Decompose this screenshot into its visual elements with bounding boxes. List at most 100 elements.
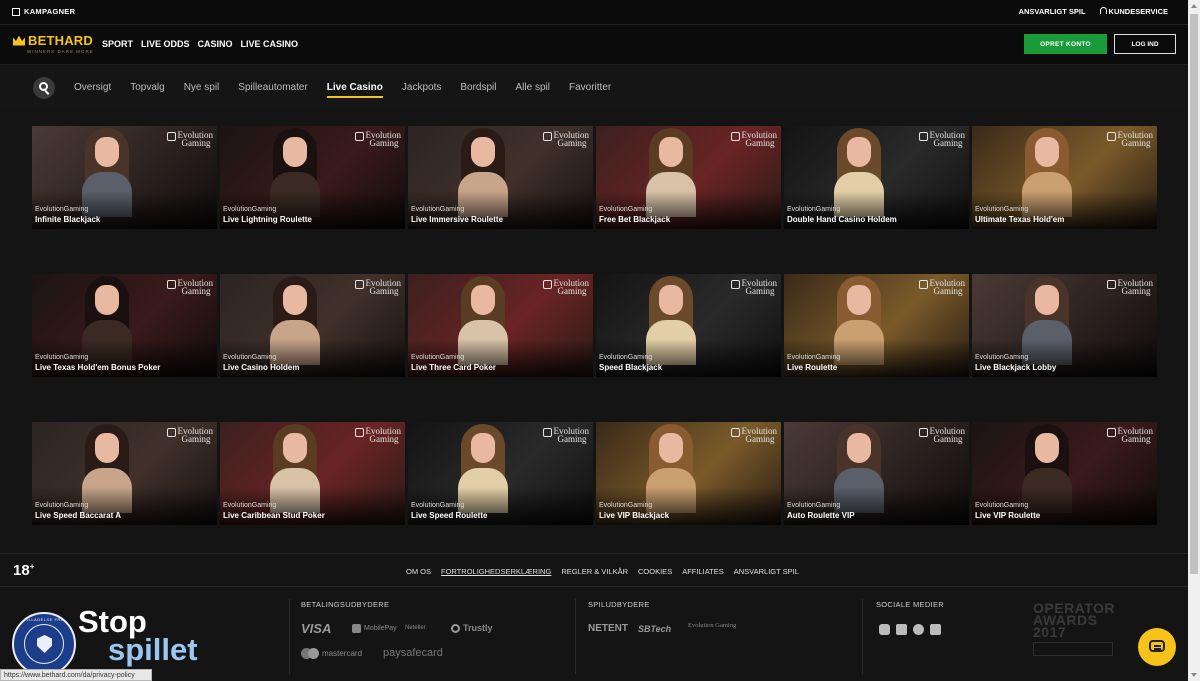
nav-casino[interactable]: CASINO <box>198 39 233 49</box>
sbtech-logo: SBTech <box>638 624 672 634</box>
award-line2: AWARDS 2017 <box>1033 612 1098 640</box>
social-links <box>879 624 941 635</box>
evolution-gaming-logo: Evolution Gaming <box>1106 131 1153 148</box>
responsible-gaming-link[interactable]: ANSVARLIGT SPIL <box>1019 7 1086 16</box>
game-title: Live VIP Roulette <box>975 511 1041 520</box>
evolution-gaming-logo: Evolution Gaming <box>166 279 213 296</box>
category-tab-spilleautomater[interactable]: Spilleautomater <box>238 82 307 98</box>
gift-icon <box>12 7 20 16</box>
footer-divider <box>289 599 290 674</box>
evolution-gaming-logo: Evolution Gaming <box>1106 427 1153 444</box>
footer-link[interactable]: OM OS <box>406 567 431 576</box>
game-tile[interactable]: Evolution Gaming EvolutionGaming Live Black… <box>972 274 1157 377</box>
game-tile[interactable]: Evolution Gaming EvolutionGaming Live Light… <box>220 126 405 229</box>
category-tab-oversigt[interactable]: Oversigt <box>74 82 111 98</box>
game-tile[interactable]: Evolution Gaming EvolutionGaming Live Speed… <box>408 422 593 525</box>
instagram-icon[interactable] <box>879 624 890 635</box>
twitter-icon[interactable] <box>913 624 924 635</box>
game-provider: EvolutionGaming <box>599 354 653 361</box>
visa-logo: VISA <box>301 621 332 636</box>
evolution-gaming-logo: Evolution Gaming <box>354 131 401 148</box>
footer-link[interactable]: COOKIES <box>638 567 672 576</box>
login-button[interactable]: LOG IND <box>1114 34 1176 54</box>
nav-live-casino[interactable]: LIVE CASINO <box>241 39 299 49</box>
game-tile[interactable]: Evolution Gaming EvolutionGaming Auto Roule… <box>784 422 969 525</box>
game-tile[interactable]: Evolution Gaming EvolutionGaming Infinite B… <box>32 126 217 229</box>
crown-shield-icon <box>37 635 52 653</box>
evolution-gaming-logo: Evolution Gaming <box>354 427 401 444</box>
category-tab-live-casino[interactable]: Live Casino <box>326 82 383 98</box>
game-provider: EvolutionGaming <box>35 206 89 213</box>
footer-link[interactable]: REGLER & VILKÅR <box>561 567 628 576</box>
evolution-gaming-logo: Evolution Gaming <box>542 279 589 296</box>
game-tile[interactable]: Evolution Gaming EvolutionGaming Live VIP B… <box>596 422 781 525</box>
bethard-logo[interactable]: BETHARD WINNERS DARE MORE <box>13 33 94 54</box>
game-tile[interactable]: Evolution Gaming EvolutionGaming Double Han… <box>784 126 969 229</box>
category-tab-favoritter[interactable]: Favoritter <box>569 82 611 98</box>
netent-logo: NETENT <box>588 623 628 634</box>
game-tile[interactable]: Evolution Gaming EvolutionGaming Ultimate T… <box>972 126 1157 229</box>
game-title: Live Caribbean Stud Poker <box>223 511 325 520</box>
stop-line2: spillet <box>108 632 198 667</box>
game-tile[interactable]: Evolution Gaming EvolutionGaming Live Speed… <box>32 422 217 525</box>
game-title: Live VIP Blackjack <box>599 511 670 520</box>
game-tile[interactable]: Evolution Gaming EvolutionGaming Live Three… <box>408 274 593 377</box>
game-title: Live Lightning Roulette <box>223 215 312 224</box>
evolution-gaming-logo: Evolution Gaming <box>730 279 777 296</box>
scroll-down-icon[interactable] <box>1191 673 1197 677</box>
main-header: BETHARD WINNERS DARE MORE SPORT LIVE ODD… <box>0 25 1188 65</box>
stop-spillet-logo[interactable]: Stop spillet <box>78 606 198 667</box>
social-heading: SOCIALE MEDIER <box>876 600 944 609</box>
game-tile[interactable]: Evolution Gaming EvolutionGaming Free Bet B… <box>596 126 781 229</box>
game-title: Speed Blackjack <box>599 363 663 372</box>
game-tile[interactable]: Evolution Gaming EvolutionGaming Speed Blac… <box>596 274 781 377</box>
evolution-gaming-logo: Evolution Gaming <box>730 427 777 444</box>
mastercard-logo: mastercard <box>301 648 362 659</box>
game-provider: EvolutionGaming <box>599 206 653 213</box>
nav-sport[interactable]: SPORT <box>102 39 133 49</box>
game-tile[interactable]: Evolution Gaming EvolutionGaming Live Casin… <box>220 274 405 377</box>
category-tab-bordspil[interactable]: Bordspil <box>460 82 496 98</box>
page-scrollbar[interactable] <box>1188 0 1200 681</box>
footer-link[interactable]: AFFILIATES <box>682 567 724 576</box>
promotions-link[interactable]: KAMPAGNER <box>12 7 75 16</box>
create-account-button[interactable]: OPRET KONTO <box>1024 34 1107 54</box>
game-tile[interactable]: Evolution Gaming EvolutionGaming Live Carib… <box>220 422 405 525</box>
game-tile[interactable]: Evolution Gaming EvolutionGaming Live VIP R… <box>972 422 1157 525</box>
footer-link[interactable]: FORTROLIGHEDSERKLÆRING <box>441 567 551 576</box>
category-tab-nye-spil[interactable]: Nye spil <box>184 82 220 98</box>
scrollbar-thumb[interactable] <box>1190 14 1198 574</box>
game-provider: EvolutionGaming <box>787 354 841 361</box>
mobilepay-logo: MobilePay <box>352 624 397 633</box>
game-title: Live Blackjack Lobby <box>975 363 1057 372</box>
chat-button[interactable] <box>1138 628 1176 666</box>
game-title: Free Bet Blackjack <box>599 215 671 224</box>
category-tab-topvalg[interactable]: Topvalg <box>130 82 164 98</box>
game-tile[interactable]: Evolution Gaming EvolutionGaming Live Immer… <box>408 126 593 229</box>
game-title: Infinite Blackjack <box>35 215 101 224</box>
youtube-icon[interactable] <box>930 624 941 635</box>
game-provider: EvolutionGaming <box>411 206 465 213</box>
scroll-up-icon[interactable] <box>1191 4 1197 8</box>
game-title: Live Immersive Roulette <box>411 215 504 224</box>
footer-link[interactable]: ANSVARLIGT SPIL <box>734 567 799 576</box>
category-tab-jackpots[interactable]: Jackpots <box>402 82 441 98</box>
game-tile[interactable]: Evolution Gaming EvolutionGaming Live Texas… <box>32 274 217 377</box>
mobilepay-label: MobilePay <box>364 625 397 632</box>
nav-live-odds[interactable]: LIVE ODDS <box>141 39 190 49</box>
game-provider: EvolutionGaming <box>35 354 89 361</box>
game-title: Ultimate Texas Hold'em <box>975 215 1065 224</box>
game-title: Live Speed Roulette <box>411 511 488 520</box>
evolution-gaming-logo: Evolution Gaming <box>166 131 213 148</box>
evolution-gaming-logo: Evolution Gaming <box>918 131 965 148</box>
facebook-icon[interactable] <box>896 624 907 635</box>
category-tab-alle-spil[interactable]: Alle spil <box>516 82 550 98</box>
customer-service-link[interactable]: KUNDESERVICE <box>1099 7 1168 16</box>
logo-tagline: WINNERS DARE MORE <box>27 49 94 54</box>
paysafecard-logo: paysafecard <box>383 647 443 659</box>
customer-service-label: KUNDESERVICE <box>1108 7 1168 16</box>
game-provider: EvolutionGaming <box>223 502 277 509</box>
search-button[interactable] <box>33 77 55 99</box>
game-tile[interactable]: Evolution Gaming EvolutionGaming Live Roule… <box>784 274 969 377</box>
game-title: Live Three Card Poker <box>411 363 496 372</box>
